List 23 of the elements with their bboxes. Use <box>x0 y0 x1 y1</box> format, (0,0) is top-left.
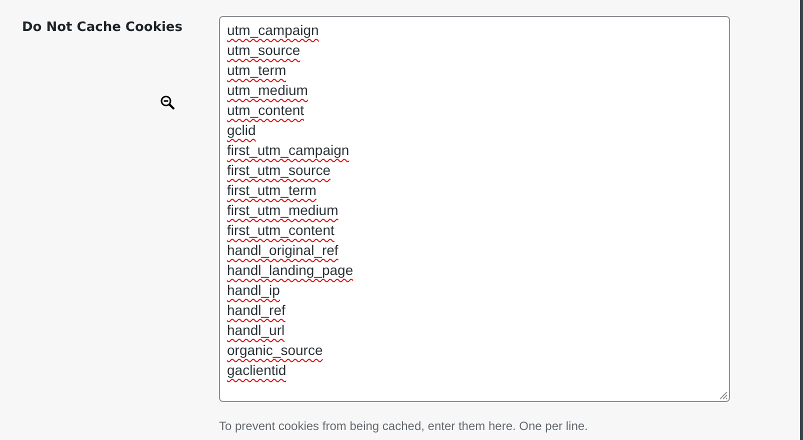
cookie-name: utm_term <box>227 61 286 79</box>
cookie-name: first_utm_content <box>227 221 334 239</box>
cookie-name: first_utm_medium <box>227 201 338 219</box>
cookie-name: utm_campaign <box>227 21 319 39</box>
zoom-out-icon <box>160 95 176 111</box>
cookie-name: gaclientid <box>227 361 286 379</box>
cookie-name: utm_source <box>227 41 300 59</box>
cookies-textarea[interactable] <box>219 16 730 402</box>
cookie-name: first_utm_source <box>227 161 330 179</box>
cookie-name: handl_landing_page <box>227 261 354 279</box>
cookie-name: organic_source <box>227 341 323 359</box>
setting-label: Do Not Cache Cookies <box>22 20 184 35</box>
cookie-name: handl_ip <box>227 281 280 299</box>
help-text: To prevent cookies from being cached, enter them here. One per line. <box>219 419 589 433</box>
cookie-name: handl_url <box>227 321 285 339</box>
cookie-name: gclid <box>227 121 256 139</box>
cookie-name: first_utm_campaign <box>227 141 350 159</box>
cookie-name: handl_ref <box>227 301 286 319</box>
cookie-name: utm_medium <box>227 81 308 99</box>
cookie-name: handl_original_ref <box>227 241 338 259</box>
cookie-name: first_utm_term <box>227 181 316 199</box>
resize-handle-icon[interactable] <box>719 391 728 400</box>
cookie-name: utm_content <box>227 101 304 119</box>
